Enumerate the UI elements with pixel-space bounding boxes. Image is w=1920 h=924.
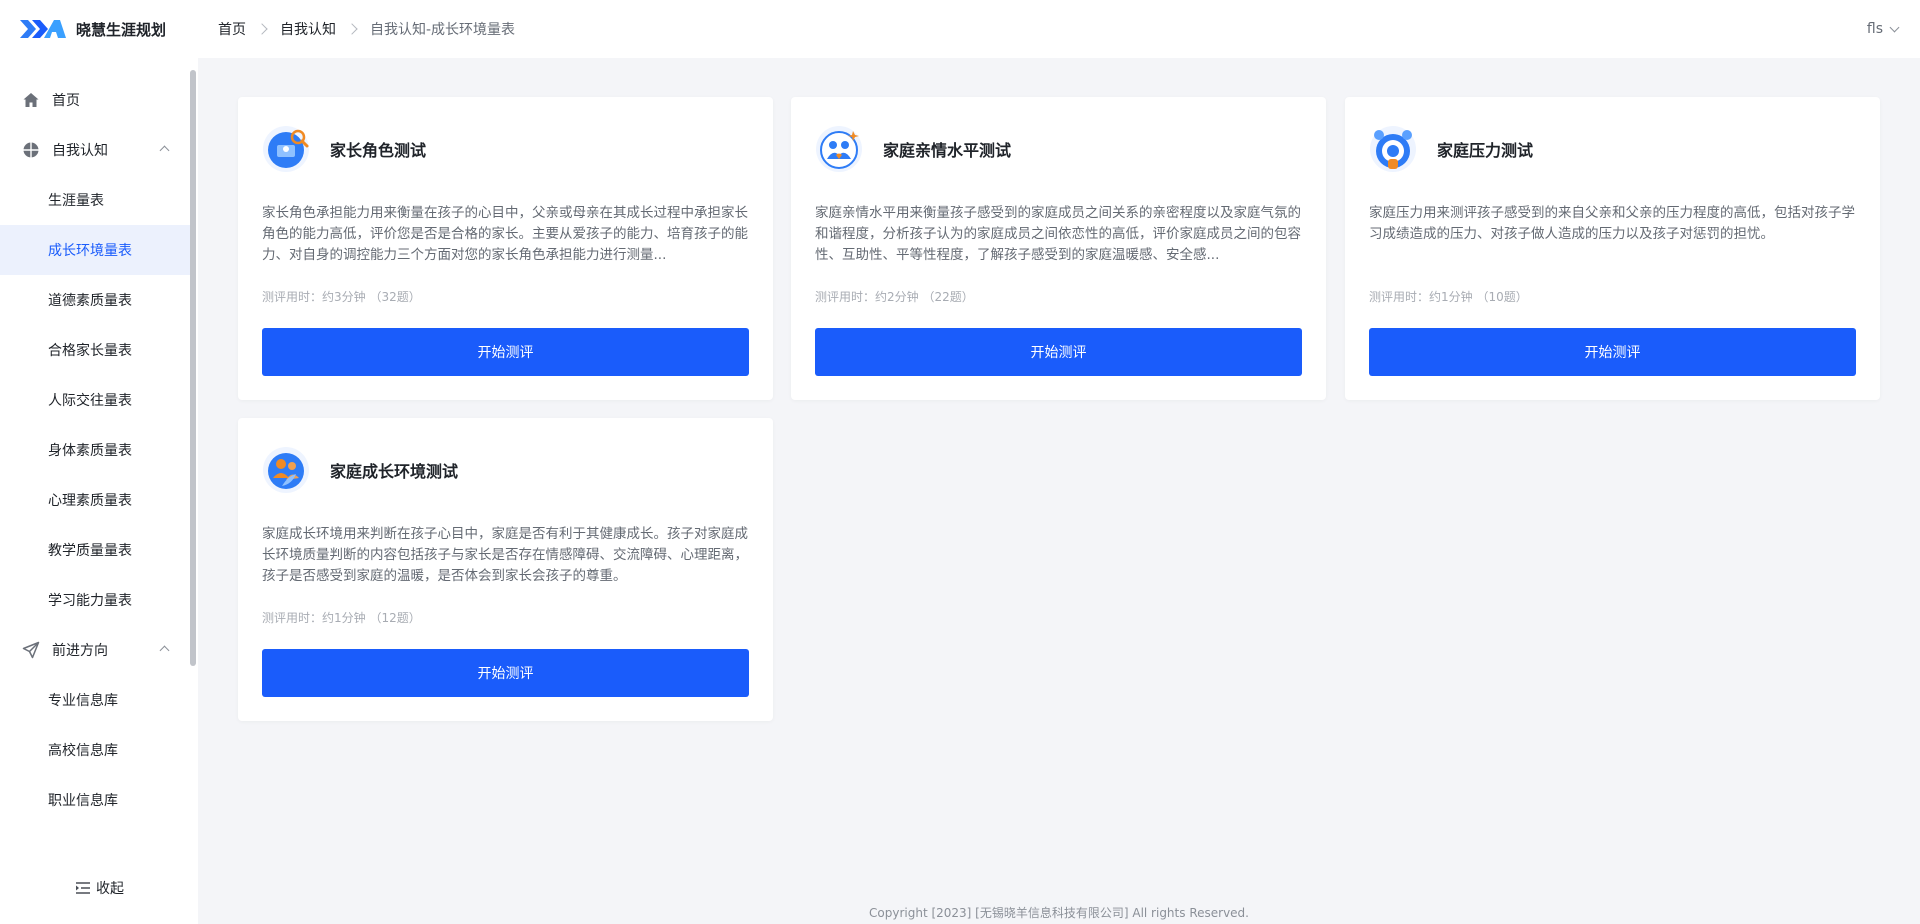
top-header: 晓慧生涯规划 首页 自我认知 自我认知-成长环境量表 fls [0, 0, 1920, 58]
app-name: 晓慧生涯规划 [76, 20, 167, 39]
sidebar-item-major-db[interactable]: 专业信息库 [0, 675, 190, 725]
sidebar-group-label: 自我认知 [52, 143, 108, 159]
sidebar-item-home[interactable]: 首页 [0, 75, 190, 125]
pie-chart-icon [23, 142, 39, 158]
sidebar-item-college-db[interactable]: 高校信息库 [0, 725, 190, 775]
sidebar-item-growth-env-scale[interactable]: 成长环境量表 [0, 225, 190, 275]
brand[interactable]: 晓慧生涯规划 [0, 18, 198, 40]
start-test-button[interactable]: 开始测评 [1369, 328, 1856, 376]
family-affection-icon [816, 126, 862, 172]
card-title: 家长角色测试 [330, 141, 427, 160]
sidebar-group-self-cognition[interactable]: 自我认知 [0, 125, 190, 175]
sidebar-item-parent-scale[interactable]: 合格家长量表 [0, 325, 190, 375]
card-duration: 测评用时：约3分钟 （32题） [262, 290, 421, 304]
footer-copyright: Copyright [2023] [无锡晓羊信息科技有限公司] All righ… [869, 906, 1249, 920]
sidebar-item-social-scale[interactable]: 人际交往量表 [0, 375, 190, 425]
test-card-family-pressure: 家庭压力测试 家庭压力用来测评孩子感受到的来自父亲和父亲的压力程度的高低，包括对… [1345, 97, 1880, 400]
start-test-button[interactable]: 开始测评 [815, 328, 1302, 376]
chevron-right-icon [346, 23, 358, 35]
sidebar-group-direction[interactable]: 前进方向 [0, 625, 190, 675]
family-growth-icon [263, 447, 309, 493]
start-test-button[interactable]: 开始测评 [262, 328, 749, 376]
sidebar-item-label: 首页 [52, 93, 80, 109]
start-test-button[interactable]: 开始测评 [262, 649, 749, 697]
chevron-up-icon [159, 645, 170, 656]
breadcrumb-home[interactable]: 首页 [218, 19, 246, 39]
send-icon [22, 641, 40, 659]
card-title: 家庭成长环境测试 [330, 462, 459, 481]
sidebar-item-physical-scale[interactable]: 身体素质量表 [0, 425, 190, 475]
card-description: 家庭压力用来测评孩子感受到的来自父亲和父亲的压力程度的高低，包括对孩子学习成绩造… [1369, 205, 1855, 242]
test-card-parent-role: 家长角色测试 家长角色承担能力用来衡量在孩子的心目中，父亲或母亲在其成长过程中承… [238, 97, 773, 400]
card-title: 家庭压力测试 [1437, 141, 1534, 160]
chevron-right-icon [256, 23, 268, 35]
test-card-family-growth-env: 家庭成长环境测试 家庭成长环境用来判断在孩子心目中，家庭是否有利于其健康成长。孩… [238, 418, 773, 721]
sidebar-item-career-db[interactable]: 职业信息库 [0, 775, 190, 825]
parent-role-icon [263, 126, 309, 172]
menu-fold-icon [76, 882, 90, 894]
card-description: 家长角色承担能力用来衡量在孩子的心目中，父亲或母亲在其成长过程中承担家长角色的能… [262, 205, 748, 263]
logo-icon [20, 20, 66, 38]
collapse-label: 收起 [96, 881, 124, 897]
sidebar-item-career-scale[interactable]: 生涯量表 [0, 175, 190, 225]
card-description: 家庭亲情水平用来衡量孩子感受到的家庭成员之间关系的亲密程度以及家庭气氛的和谐程度… [815, 205, 1301, 263]
test-card-family-affection: 家庭亲情水平测试 家庭亲情水平用来衡量孩子感受到的家庭成员之间关系的亲密程度以及… [791, 97, 1326, 400]
scrollbar-thumb[interactable] [190, 70, 196, 666]
user-name: fls [1866, 21, 1883, 37]
card-title: 家庭亲情水平测试 [883, 141, 1012, 160]
breadcrumb: 首页 自我认知 自我认知-成长环境量表 [218, 19, 515, 39]
sidebar-scrollbar[interactable] [190, 70, 196, 856]
sidebar: 首页 自我认知 生涯量表 成长环境量表 道德素质量表 合格家长量表 人际交往量表… [0, 58, 198, 924]
breadcrumb-self-cognition[interactable]: 自我认知 [280, 19, 336, 39]
sidebar-item-moral-scale[interactable]: 道德素质量表 [0, 275, 190, 325]
sidebar-menu: 首页 自我认知 生涯量表 成长环境量表 道德素质量表 合格家长量表 人际交往量表… [0, 58, 190, 825]
chevron-down-icon [1889, 22, 1900, 32]
collapse-button[interactable]: 收起 [76, 878, 124, 898]
sidebar-item-mental-scale[interactable]: 心理素质量表 [0, 475, 190, 525]
sidebar-item-teaching-scale[interactable]: 教学质量量表 [0, 525, 190, 575]
sidebar-item-learning-scale[interactable]: 学习能力量表 [0, 575, 190, 625]
sidebar-group-label: 前进方向 [52, 643, 108, 659]
home-icon [23, 93, 39, 107]
card-duration: 测评用时：约2分钟 （22题） [815, 290, 974, 304]
card-duration: 测评用时：约1分钟 （12题） [262, 611, 421, 625]
card-duration: 测评用时：约1分钟 （10题） [1369, 290, 1528, 304]
chevron-up-icon [159, 145, 170, 156]
family-pressure-icon [1370, 126, 1416, 172]
user-menu[interactable]: fls [1866, 0, 1900, 58]
card-description: 家庭成长环境用来判断在孩子心目中，家庭是否有利于其健康成长。孩子对家庭成长环境质… [262, 526, 748, 584]
breadcrumb-current: 自我认知-成长环境量表 [370, 22, 516, 38]
